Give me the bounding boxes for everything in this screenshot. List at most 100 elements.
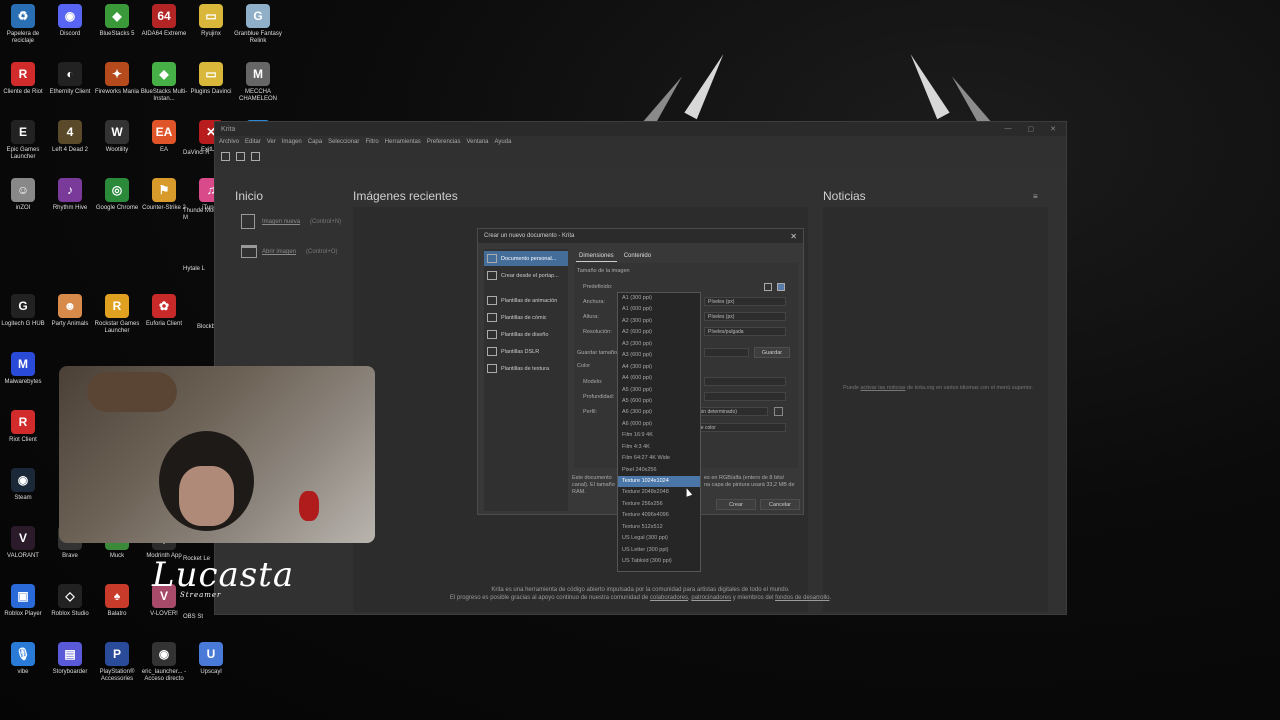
news-link[interactable]: activar las noticias [861, 385, 906, 391]
template-category[interactable]: Plantillas de cómic [484, 310, 568, 325]
save-size-button[interactable]: Guardar [754, 347, 790, 358]
preset-option[interactable]: A3 (600 ppi) [618, 350, 700, 361]
template-category[interactable]: Crear desde el portap... [484, 268, 568, 283]
color-space-field[interactable]: de color [694, 423, 786, 432]
template-category[interactable]: Documento personal... [484, 251, 568, 266]
preset-option[interactable]: Film 4:3 4K [618, 442, 700, 453]
desktop-icon[interactable]: ✿ Euforia Client [136, 294, 192, 328]
menu-item[interactable]: Seleccionar [328, 139, 359, 145]
menu-item[interactable]: Editar [245, 139, 261, 145]
color-heading: Color [577, 363, 591, 369]
preset-option[interactable]: A4 (600 ppi) [618, 373, 700, 384]
preset-option[interactable]: Texture 4096x4096 [618, 510, 700, 521]
preset-option[interactable]: A4 (300 ppi) [618, 362, 700, 373]
app-icon: EA [152, 120, 176, 144]
template-category[interactable]: Plantillas de animación [484, 293, 568, 308]
wallpaper-claw [904, 50, 950, 120]
menu-item[interactable]: Ayuda [495, 139, 512, 145]
preset-option[interactable]: A6 (300 ppi) [618, 407, 700, 418]
dev-fund-link[interactable]: fondos de desarrollo [775, 595, 829, 601]
template-label: Plantillas de textura [501, 365, 549, 372]
preset-option[interactable]: Pixel 240x256 [618, 465, 700, 476]
menu-item[interactable]: Capa [308, 139, 322, 145]
app-icon: ◉ [58, 4, 82, 28]
open-image-link[interactable]: Abrir imagen [262, 249, 296, 255]
new-image-icon[interactable] [241, 214, 255, 229]
close-icon[interactable]: ✕ [1050, 125, 1056, 133]
portrait-icon[interactable] [777, 283, 785, 291]
new-image-link[interactable]: Imagen nueva [262, 219, 300, 225]
save-document-icon[interactable] [251, 151, 260, 161]
recent-heading: Imágenes recientes [353, 189, 458, 203]
preset-option[interactable]: A2 (600 ppi) [618, 327, 700, 338]
desktop-icon[interactable]: ◉ Steam [0, 468, 51, 502]
template-category[interactable]: Plantillas de textura [484, 361, 568, 376]
menu-item[interactable]: Filtro [365, 139, 378, 145]
template-category[interactable]: Plantillas de diseño [484, 327, 568, 342]
preset-option[interactable]: Film 16:9 4K [618, 430, 700, 441]
app-icon: ▣ [11, 584, 35, 608]
preset-option[interactable]: A1 (600 ppi) [618, 304, 700, 315]
open-image-icon[interactable] [241, 245, 257, 258]
create-button[interactable]: Crear [716, 499, 756, 510]
menu-item[interactable]: Ventana [466, 139, 488, 145]
height-label: Altura: [583, 314, 599, 320]
height-unit-select[interactable]: Píxeles (px) [704, 312, 786, 321]
template-label: Plantillas de cómic [501, 314, 547, 321]
model-select[interactable] [704, 377, 786, 386]
template-icon [487, 254, 497, 263]
desktop-icon[interactable]: M Malwarebytes [0, 352, 51, 386]
desktop-icon-label: Euforia Client [145, 321, 183, 327]
preset-option[interactable]: A6 (600 ppi) [618, 419, 700, 430]
new-document-icon[interactable] [221, 151, 230, 161]
contributors-link[interactable]: colaboradores [650, 595, 688, 601]
menu-item[interactable]: Preferencias [427, 139, 461, 145]
preset-option[interactable]: Texture 256x256 [618, 499, 700, 510]
menu-item[interactable]: Imagen [282, 139, 302, 145]
preset-option[interactable]: Film 64:27 4K Wide [618, 453, 700, 464]
landscape-icon[interactable] [764, 283, 772, 291]
profile-select[interactable]: (sin determinado) [694, 407, 768, 416]
template-label: Plantillas de animación [501, 297, 558, 304]
depth-select[interactable] [704, 392, 786, 401]
cancel-button[interactable]: Cancelar [760, 499, 800, 510]
preset-option[interactable]: A5 (300 ppi) [618, 385, 700, 396]
dialog-close-icon[interactable]: ✕ [790, 232, 797, 241]
size-heading: Tamaño de la imagen [577, 268, 630, 274]
preset-option[interactable]: Texture 512x512 [618, 522, 700, 533]
profile-browse-icon[interactable] [774, 407, 783, 416]
save-size-input[interactable] [704, 348, 749, 357]
menu-item[interactable]: Ver [267, 139, 276, 145]
width-unit-select[interactable]: Píxeles (px) [704, 297, 786, 306]
app-icon: ◎ [105, 178, 129, 202]
resolution-unit-select[interactable]: Píxeles/pulgada [704, 327, 786, 336]
news-menu-icon[interactable]: ≡ [1033, 192, 1038, 201]
app-icon: R [105, 294, 129, 318]
menu-item[interactable]: Herramientas [385, 139, 421, 145]
open-document-icon[interactable] [236, 151, 245, 161]
preset-option[interactable]: A5 (600 ppi) [618, 396, 700, 407]
dialog-tabs: Dimensiones Contenido [576, 251, 654, 262]
wallpaper-claw [684, 50, 730, 120]
maximize-icon[interactable]: ▢ [1028, 125, 1035, 133]
desktop-icon[interactable]: U Upscayl [183, 642, 239, 676]
desktop-icon[interactable]: G Granblue Fantasy Relink [230, 4, 286, 45]
preset-option[interactable]: Texture 1024x1024 [618, 476, 700, 488]
tab-content[interactable]: Contenido [621, 251, 654, 262]
preset-option[interactable]: US Tabloid (300 ppi) [618, 556, 700, 567]
preset-option[interactable]: A3 (300 ppi) [618, 339, 700, 350]
desktop-icon[interactable]: M MECCHA CHAMELEON [230, 62, 286, 103]
tab-dimensions[interactable]: Dimensiones [576, 251, 617, 262]
preset-option[interactable]: A2 (300 ppi) [618, 316, 700, 327]
minimize-icon[interactable]: — [1005, 125, 1012, 133]
preset-option[interactable]: US Legal (300 ppi) [618, 533, 700, 544]
template-category[interactable]: Plantillas DSLR [484, 344, 568, 359]
preset-option[interactable]: A1 (300 ppi) [618, 293, 700, 304]
preset-option[interactable]: US Letter (300 ppi) [618, 545, 700, 556]
logo-text: Lucasta [152, 555, 295, 595]
footer-text-e: y miembros del [731, 595, 776, 601]
menu-item[interactable]: Archivo [219, 139, 239, 145]
guitar-shape [87, 372, 177, 412]
sponsors-link[interactable]: patrocinadores [691, 595, 731, 601]
desktop-icon[interactable]: R Riot Client [0, 410, 51, 444]
